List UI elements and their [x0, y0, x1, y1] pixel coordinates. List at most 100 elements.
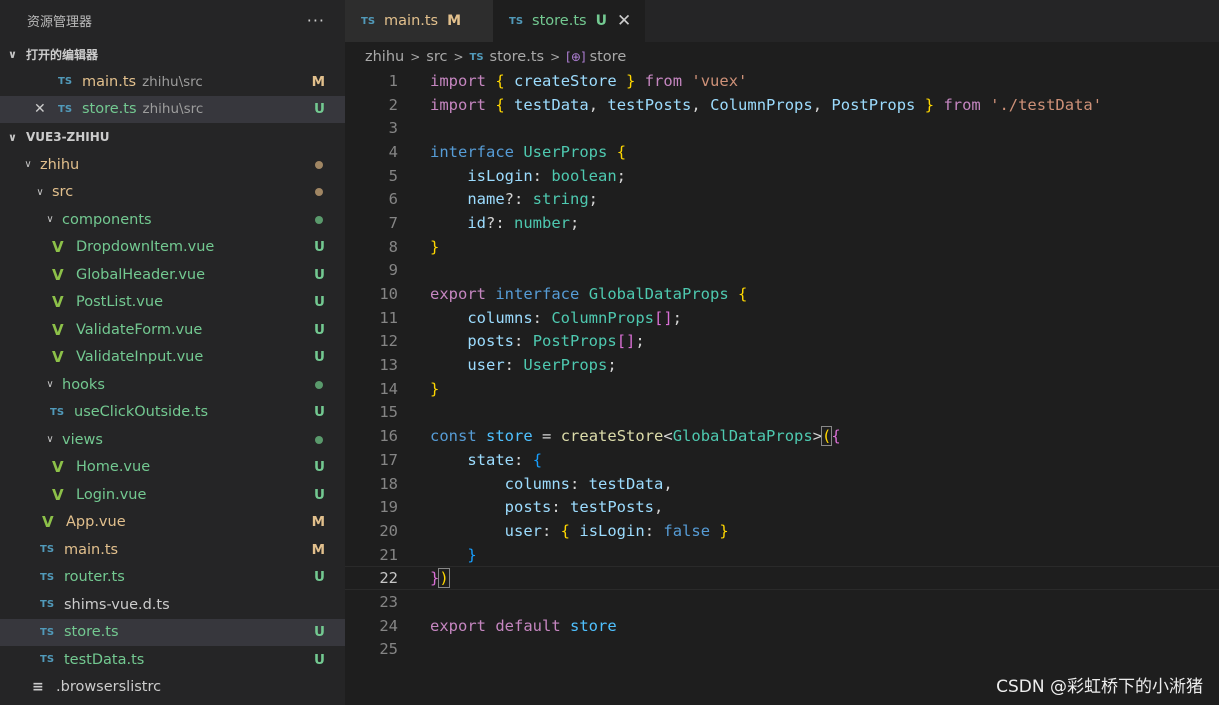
line-number: 2	[388, 95, 398, 114]
tree-item-label: ValidateForm.vue	[76, 321, 203, 338]
open-editors-label: 打开的编辑器	[26, 47, 99, 62]
tree-file[interactable]: ≡ .browserslistrc	[0, 674, 345, 702]
editor-tabs: TS main.ts M TS store.ts U ✕	[345, 0, 1219, 42]
project-label: VUE3-ZHIHU	[26, 130, 110, 144]
tree-file[interactable]: TS main.ts M	[0, 536, 345, 564]
code-line: 12 posts: PostProps[];	[345, 330, 1219, 354]
tree-file[interactable]: V ValidateInput.vue U	[0, 344, 345, 372]
git-status-badge: U	[314, 239, 325, 256]
typescript-file-icon: TS	[40, 544, 55, 556]
code-line: 1 import { createStore } from 'vuex'	[345, 69, 1219, 93]
code-line: 5 isLogin: boolean;	[345, 164, 1219, 188]
symbol-variable-icon: [⊕]	[566, 50, 586, 64]
untracked-dot-icon	[315, 380, 323, 389]
tree-folder-zhihu[interactable]: ∨ zhihu	[0, 151, 345, 179]
code-line: 2 import { testData, testPosts, ColumnPro…	[345, 93, 1219, 117]
code-line: 4 interface UserProps {	[345, 140, 1219, 164]
tree-item-label: router.ts	[64, 569, 125, 586]
code-line: 8}	[345, 235, 1219, 259]
project-section[interactable]: ∨ VUE3-ZHIHU	[0, 123, 345, 151]
untracked-dot-icon	[315, 215, 323, 224]
breadcrumb-item[interactable]: src	[426, 49, 447, 65]
tab-store-ts[interactable]: TS store.ts U ✕	[493, 0, 645, 42]
tree-file[interactable]: V ValidateForm.vue U	[0, 316, 345, 344]
close-icon[interactable]: ✕	[617, 11, 631, 31]
line-number: 8	[388, 237, 398, 256]
tree-file-selected[interactable]: TS store.ts U	[0, 618, 345, 646]
chevron-down-icon: ∨	[46, 379, 54, 391]
code-line: 20 user: { isLogin: false }	[345, 519, 1219, 543]
chevron-right-icon: >	[410, 50, 421, 64]
git-status-badge: M	[447, 13, 462, 29]
chevron-down-icon: ∨	[24, 159, 32, 171]
explorer-sidebar: 资源管理器 ··· ∨ 打开的编辑器 TS main.ts zhihu\src …	[0, 0, 345, 705]
line-number: 23	[379, 592, 398, 611]
code-line: 3	[345, 116, 1219, 140]
breadcrumb-item[interactable]: store	[590, 49, 627, 65]
git-status-badge: U	[314, 294, 325, 311]
typescript-file-icon: TS	[58, 76, 73, 88]
code-line: 16 const store = createStore<GlobalDataPr…	[345, 424, 1219, 448]
tree-folder-views[interactable]: ∨ views	[0, 426, 345, 454]
tab-label: store.ts	[532, 13, 587, 29]
tree-item-label: App.vue	[66, 514, 126, 531]
breadcrumb-item[interactable]: zhihu	[365, 49, 404, 65]
tree-item-label: Home.vue	[76, 459, 151, 476]
code-line: 19 posts: testPosts,	[345, 495, 1219, 519]
breadcrumb: zhihu > src > TS store.ts > [⊕] store	[345, 42, 1219, 72]
tree-folder-src[interactable]: ∨ src	[0, 179, 345, 207]
git-status-badge: U	[314, 101, 325, 118]
typescript-file-icon: TS	[469, 51, 484, 63]
tree-file[interactable]: V PostList.vue U	[0, 289, 345, 317]
typescript-file-icon: TS	[50, 406, 65, 418]
code-editor[interactable]: 1 import { createStore } from 'vuex' 2 imp…	[345, 69, 1219, 661]
tree-file[interactable]: V Home.vue U	[0, 454, 345, 482]
close-icon[interactable]: ✕	[34, 101, 46, 117]
vue-file-icon: V	[52, 485, 64, 504]
git-status-badge: U	[314, 486, 325, 503]
tree-file[interactable]: V DropdownItem.vue U	[0, 234, 345, 262]
line-number: 12	[379, 332, 398, 351]
git-status-badge: U	[595, 13, 607, 29]
tree-file[interactable]: TS useClickOutside.ts U	[0, 399, 345, 427]
line-number: 4	[388, 142, 398, 161]
open-editor-path: zhihu\src	[142, 101, 204, 118]
tree-file[interactable]: TS router.ts U	[0, 564, 345, 592]
line-number: 18	[379, 474, 398, 493]
typescript-file-icon: TS	[40, 626, 55, 638]
code-line: 23	[345, 590, 1219, 614]
tree-file[interactable]: V GlobalHeader.vue U	[0, 261, 345, 289]
tree-item-label: zhihu	[40, 156, 80, 173]
tree-file[interactable]: V Login.vue U	[0, 481, 345, 509]
tree-file[interactable]: TS testData.ts U	[0, 646, 345, 674]
tree-item-label: src	[52, 184, 74, 201]
tab-main-ts[interactable]: TS main.ts M	[345, 0, 493, 42]
open-editor-item[interactable]: TS main.ts zhihu\src M	[0, 68, 345, 96]
tree-folder-hooks[interactable]: ∨ hooks	[0, 371, 345, 399]
line-number: 9	[388, 261, 398, 280]
open-editors-section[interactable]: ∨ 打开的编辑器	[0, 40, 345, 68]
line-number: 11	[379, 308, 398, 327]
vue-file-icon: V	[52, 458, 64, 477]
typescript-file-icon: TS	[361, 15, 376, 27]
tree-file[interactable]: V App.vue M	[0, 509, 345, 537]
more-actions-icon[interactable]: ···	[307, 11, 325, 30]
editor-area: TS main.ts M TS store.ts U ✕ zhihu > src…	[345, 0, 1219, 705]
code-line: 17 state: {	[345, 448, 1219, 472]
git-status-badge: U	[314, 651, 325, 668]
tree-folder-components[interactable]: ∨ components	[0, 206, 345, 234]
tree-file[interactable]: TS shims-vue.d.ts	[0, 591, 345, 619]
typescript-file-icon: TS	[40, 599, 55, 611]
open-editor-item[interactable]: ✕ TS store.ts zhihu\src U	[0, 95, 345, 123]
git-status-badge: M	[311, 514, 325, 531]
git-status-badge: M	[311, 73, 325, 90]
open-editor-name: store.ts	[82, 101, 137, 118]
vue-file-icon: V	[52, 293, 64, 312]
git-status-badge: U	[314, 459, 325, 476]
breadcrumb-item[interactable]: store.ts	[490, 49, 545, 65]
chevron-down-icon: ∨	[46, 214, 54, 226]
typescript-file-icon: TS	[58, 103, 73, 115]
code-line: 18 columns: testData,	[345, 472, 1219, 496]
line-number: 16	[379, 427, 398, 446]
code-line: 10 export interface GlobalDataProps {	[345, 282, 1219, 306]
